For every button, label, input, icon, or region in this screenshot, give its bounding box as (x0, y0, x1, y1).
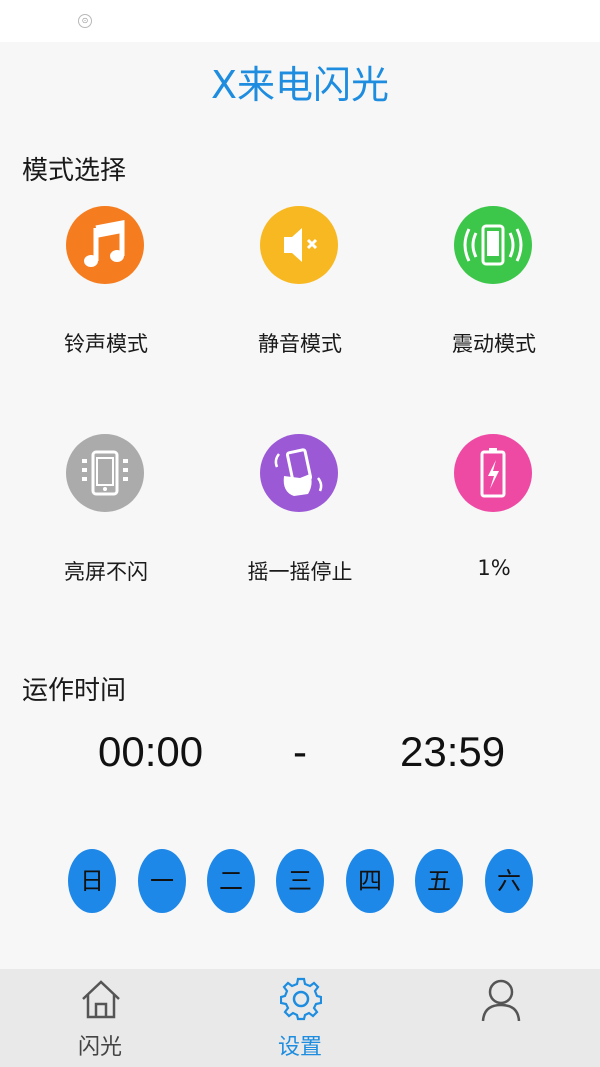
phone-screen-icon (66, 434, 144, 512)
day-button-sat[interactable]: 六 (485, 849, 533, 913)
mode-screen-on[interactable]: 亮屏不闪 (16, 434, 196, 604)
phone-vibrate-icon (454, 206, 532, 284)
mode-label: 摇一摇停止 (247, 560, 353, 584)
app-title: X来电闪光 (210, 63, 390, 107)
mode-label: 铃声模式 (64, 332, 148, 356)
mode-label: 静音模式 (258, 332, 342, 356)
shake-hand-icon (260, 434, 338, 512)
tab-label: 设置 (277, 1035, 322, 1060)
home-icon (82, 980, 120, 1019)
status-bar: ⊙ (0, 0, 600, 42)
end-time[interactable]: 23:59 (400, 728, 505, 776)
mode-label: 亮屏不闪 (64, 560, 148, 584)
battery-charging-icon (454, 434, 532, 512)
mode-battery[interactable]: 1% (404, 434, 584, 604)
mode-label: 1% (477, 556, 511, 580)
mode-vibrate[interactable]: 震动模式 (404, 206, 584, 376)
day-button-sun[interactable]: 日 (68, 849, 116, 913)
tab-flash[interactable]: 闪光 (40, 969, 160, 1067)
mode-shake-stop[interactable]: 摇一摇停止 (210, 434, 390, 604)
mode-ringtone[interactable]: 铃声模式 (16, 206, 196, 376)
notification-icon: ⊙ (78, 14, 92, 28)
tab-bar: 闪光 设置 (0, 969, 600, 1067)
tab-settings[interactable]: 设置 (240, 969, 360, 1067)
tab-profile[interactable] (440, 969, 560, 1067)
mode-label: 震动模式 (452, 332, 536, 356)
day-button-thu[interactable]: 四 (346, 849, 394, 913)
time-separator: - (293, 728, 307, 775)
tab-label: 闪光 (77, 1035, 122, 1060)
speaker-mute-icon (260, 206, 338, 284)
start-time[interactable]: 00:00 (98, 728, 203, 776)
user-icon (481, 979, 521, 1021)
music-note-icon (66, 206, 144, 284)
mode-silent[interactable]: 静音模式 (210, 206, 390, 376)
gear-icon (280, 977, 322, 1021)
mode-section-title: 模式选择 (22, 156, 127, 186)
day-button-tue[interactable]: 二 (207, 849, 255, 913)
day-button-wed[interactable]: 三 (276, 849, 324, 913)
day-button-mon[interactable]: 一 (138, 849, 186, 913)
day-button-fri[interactable]: 五 (415, 849, 463, 913)
time-section-title: 运作时间 (22, 676, 127, 706)
